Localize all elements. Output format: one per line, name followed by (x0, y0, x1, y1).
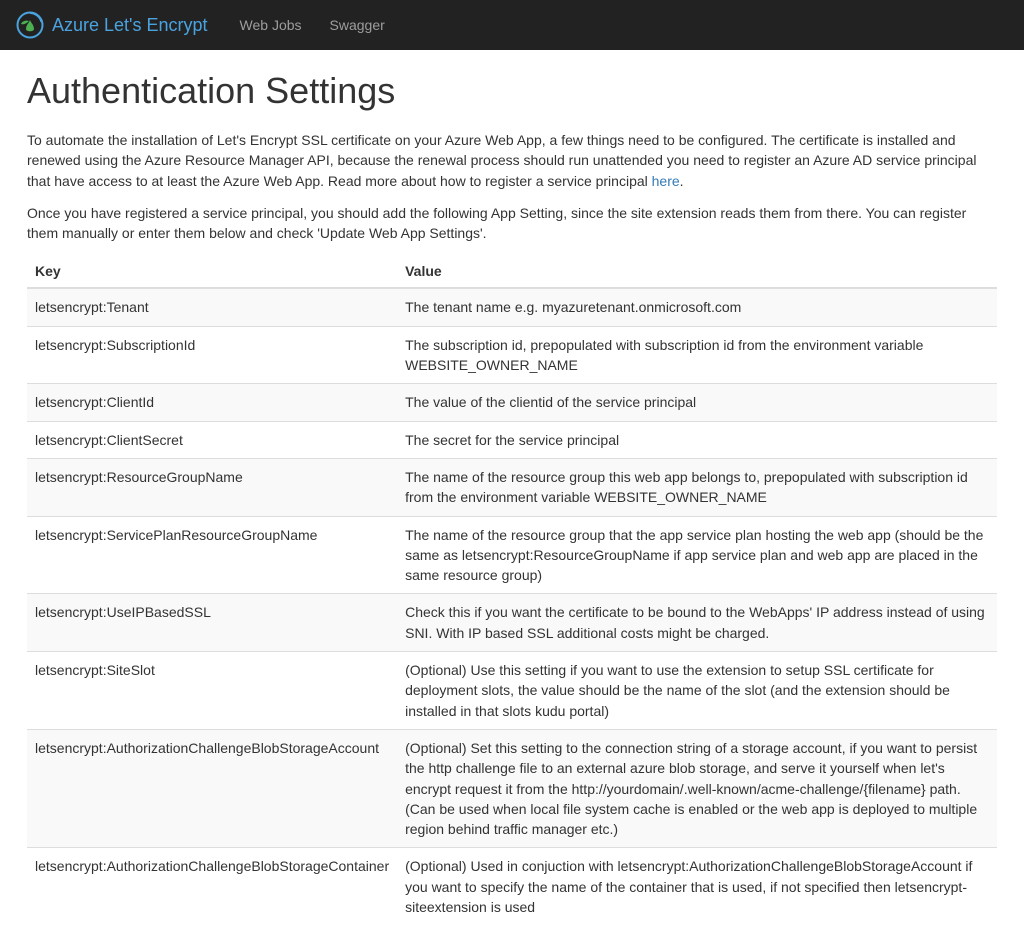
table-row: letsencrypt:ResourceGroupNameThe name of… (27, 458, 997, 516)
intro-paragraph-1: To automate the installation of Let's En… (27, 130, 997, 191)
table-cell-value: (Optional) Used in conjuction with letse… (397, 848, 997, 925)
navbar-links: Web Jobs Swagger (228, 2, 397, 48)
table-cell-key: letsencrypt:SubscriptionId (27, 326, 397, 384)
table-row: letsencrypt:AuthorizationChallengeBlobSt… (27, 729, 997, 847)
table-cell-value: The name of the resource group that the … (397, 516, 997, 594)
nav-link-webjobs[interactable]: Web Jobs (228, 2, 314, 48)
table-cell-value: The secret for the service principal (397, 421, 997, 458)
table-row: letsencrypt:TenantThe tenant name e.g. m… (27, 288, 997, 326)
table-cell-key: letsencrypt:AuthorizationChallengeBlobSt… (27, 848, 397, 925)
table-cell-value: The name of the resource group this web … (397, 458, 997, 516)
settings-table: Key Value letsencrypt:TenantThe tenant n… (27, 255, 997, 925)
table-cell-key: letsencrypt:AuthorizationChallengeBlobSt… (27, 729, 397, 847)
table-row: letsencrypt:ClientIdThe value of the cli… (27, 384, 997, 421)
intro-paragraph-2: Once you have registered a service princ… (27, 203, 997, 244)
intro1-pre: To automate the installation of Let's En… (27, 132, 976, 189)
table-row: letsencrypt:ClientSecretThe secret for t… (27, 421, 997, 458)
table-cell-value: The tenant name e.g. myazuretenant.onmic… (397, 288, 997, 326)
table-header-value: Value (397, 255, 997, 288)
brand-link[interactable]: Azure Let's Encrypt (16, 11, 208, 39)
table-cell-key: letsencrypt:Tenant (27, 288, 397, 326)
main-content: Authentication Settings To automate the … (12, 50, 1012, 945)
page-title: Authentication Settings (27, 70, 997, 112)
table-row: letsencrypt:AuthorizationChallengeBlobSt… (27, 848, 997, 925)
table-cell-value: The value of the clientid of the service… (397, 384, 997, 421)
table-row: letsencrypt:UseIPBasedSSLCheck this if y… (27, 594, 997, 652)
table-cell-key: letsencrypt:ServicePlanResourceGroupName (27, 516, 397, 594)
table-header-key: Key (27, 255, 397, 288)
table-cell-value: The subscription id, prepopulated with s… (397, 326, 997, 384)
table-cell-value: (Optional) Use this setting if you want … (397, 652, 997, 730)
table-cell-value: Check this if you want the certificate t… (397, 594, 997, 652)
intro1-post: . (680, 173, 684, 189)
table-cell-key: letsencrypt:UseIPBasedSSL (27, 594, 397, 652)
table-cell-key: letsencrypt:ClientSecret (27, 421, 397, 458)
table-cell-key: letsencrypt:ResourceGroupName (27, 458, 397, 516)
table-cell-value: (Optional) Set this setting to the conne… (397, 729, 997, 847)
navbar: Azure Let's Encrypt Web Jobs Swagger (0, 0, 1024, 50)
table-row: letsencrypt:SiteSlot(Optional) Use this … (27, 652, 997, 730)
table-cell-key: letsencrypt:ClientId (27, 384, 397, 421)
table-row: letsencrypt:SubscriptionIdThe subscripti… (27, 326, 997, 384)
table-row: letsencrypt:ServicePlanResourceGroupName… (27, 516, 997, 594)
register-sp-link[interactable]: here (652, 173, 680, 189)
nav-link-swagger[interactable]: Swagger (318, 2, 397, 48)
table-header-row: Key Value (27, 255, 997, 288)
brand-logo-icon (16, 11, 44, 39)
table-cell-key: letsencrypt:SiteSlot (27, 652, 397, 730)
brand-text: Azure Let's Encrypt (52, 15, 208, 36)
